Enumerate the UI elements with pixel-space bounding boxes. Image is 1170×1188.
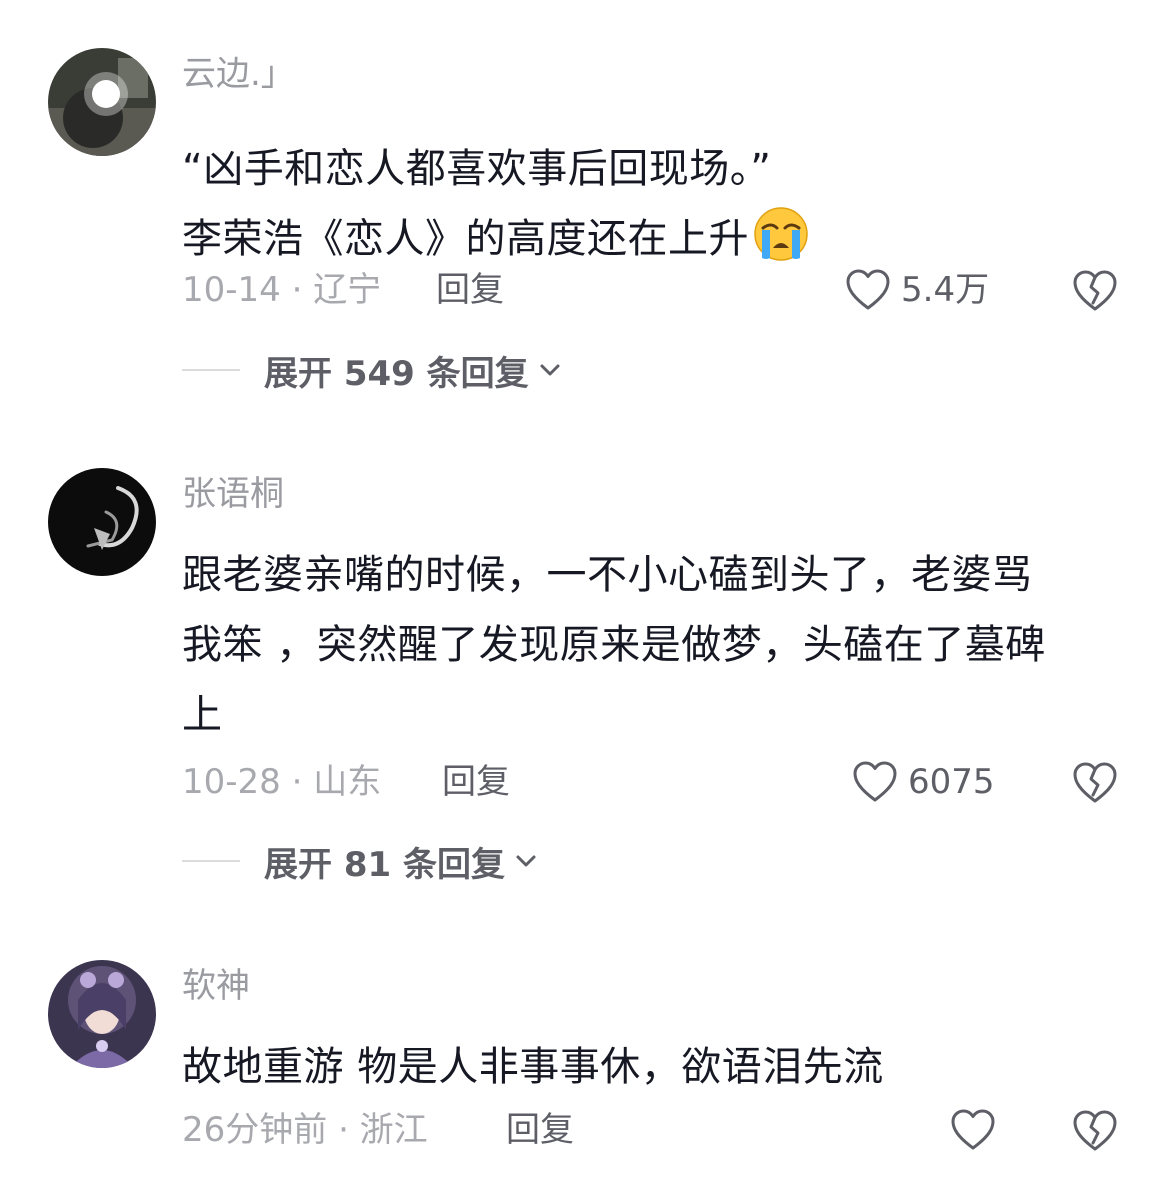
loudly-crying-face-icon [754,207,808,261]
comment-line: 跟老婆亲嘴的时候，一不小心磕到头了，老婆骂 [182,552,1033,598]
username[interactable]: 张语桐 [182,472,1114,516]
comment-line: 故地重游 物是人非事事休，欲语泪先流 [182,1044,884,1090]
broken-heart-icon[interactable] [1072,759,1118,805]
like-button[interactable]: 5.4万 [845,265,989,315]
broken-heart-icon[interactable] [1072,267,1118,313]
avatar[interactable] [48,960,156,1068]
comment-line-text: 李荣浩《恋人》的高度还在上升 [182,216,749,262]
comment-text: 跟老婆亲嘴的时候，一不小心磕到头了，老婆骂 我笨 ，突然醒了发现原来是做梦，头磕… [182,540,1114,750]
like-count: 5.4万 [901,270,990,310]
expand-replies-button[interactable]: 展开 81 条回复 [182,836,539,886]
comment-line: “凶手和恋人都喜欢事后回现场。” [182,146,772,192]
chevron-down-icon [540,364,560,376]
expand-replies-label: 展开 549 条回复 [264,353,529,394]
avatar[interactable] [48,468,156,576]
heart-outline-icon [853,761,897,802]
reply-button[interactable]: 回复 [442,757,510,807]
avatar-image [48,48,156,156]
comment-text: “凶手和恋人都喜欢事后回现场。” 李荣浩《恋人》的高度还在上升 [182,134,1114,274]
avatar-image [48,468,156,576]
comment-text: 故地重游 物是人非事事休，欲语泪先流 [182,1032,1114,1102]
comment-date-location: 10-14 · 辽宁 [182,270,382,310]
comment-date-location: 26分钟前 · 浙江 [182,1110,428,1150]
expand-replies-button[interactable]: 展开 549 条回复 [182,345,563,395]
heart-outline-icon [951,1109,995,1150]
chevron-down-icon [516,855,536,867]
like-count: 6075 [908,762,995,802]
like-button[interactable]: 6075 [852,757,995,807]
comment-line: 上 [182,692,223,738]
comment-line: 李荣浩《恋人》的高度还在上升 [182,204,1114,274]
divider [182,369,240,371]
username[interactable]: 软神 [182,964,1114,1008]
avatar-image [48,960,156,1068]
avatar[interactable] [48,48,156,156]
expand-replies-label: 展开 81 条回复 [264,844,505,885]
reply-button[interactable]: 回复 [506,1105,574,1155]
divider [182,860,240,862]
broken-heart-icon[interactable] [1072,1107,1118,1153]
reply-button[interactable]: 回复 [436,265,504,315]
heart-outline-icon [846,269,890,310]
comment-line: 我笨 ，突然醒了发现原来是做梦，头磕在了墓碑 [182,622,1046,668]
username[interactable]: 云边.」 [182,52,1114,96]
like-button[interactable] [950,1105,996,1155]
comment-date-location: 10-28 · 山东 [182,762,382,802]
